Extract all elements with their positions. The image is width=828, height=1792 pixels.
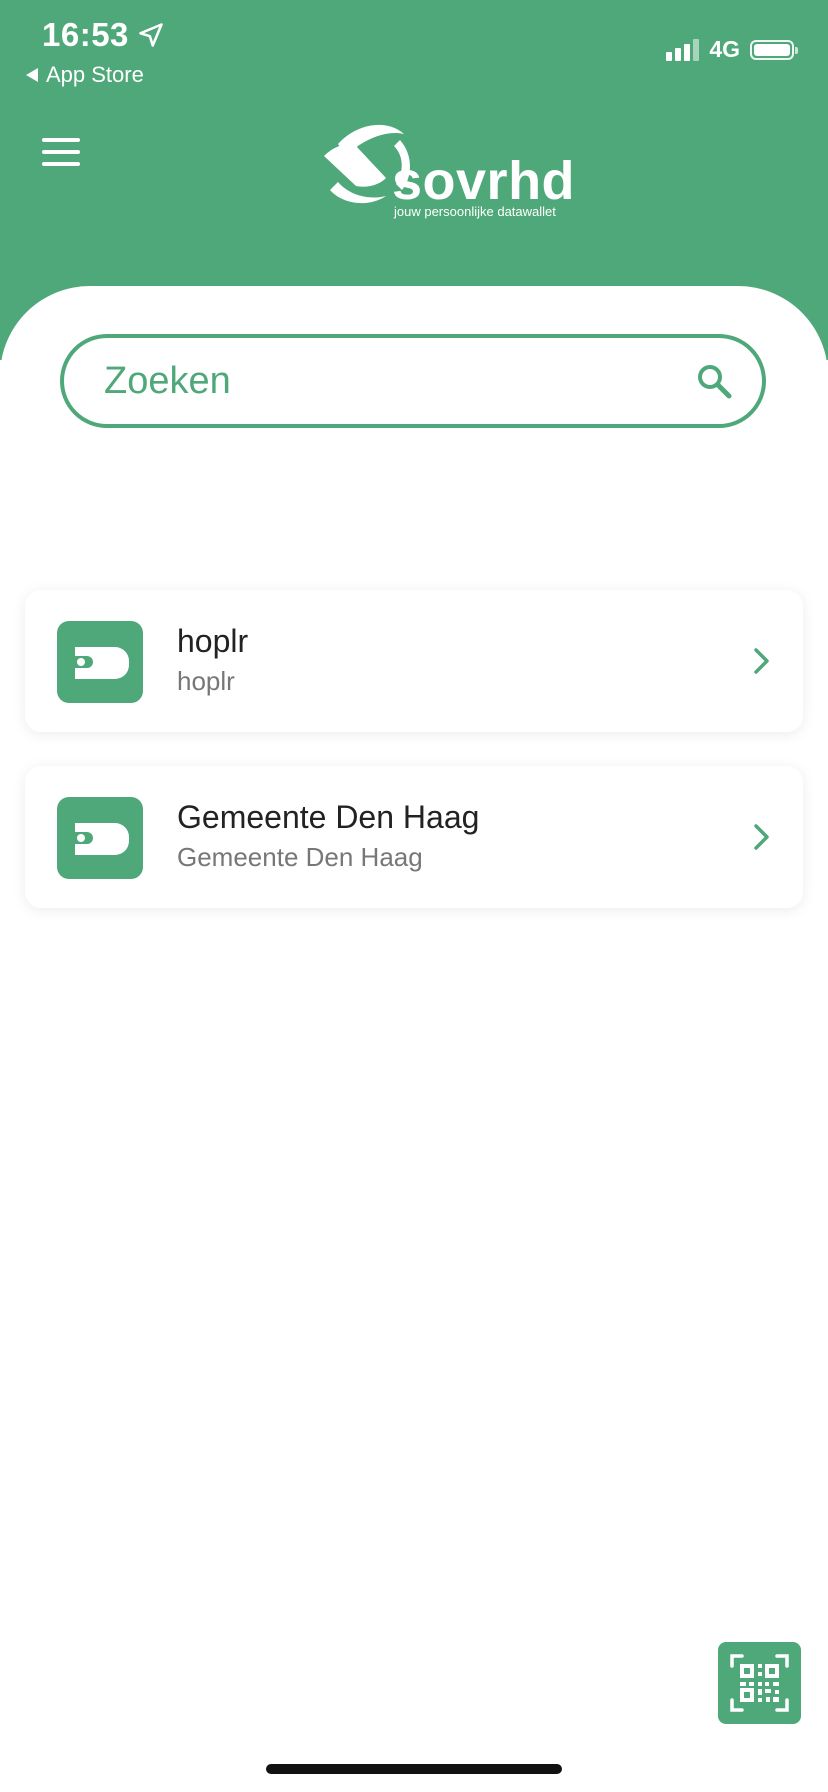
qr-scan-button[interactable]: [718, 1642, 801, 1724]
search-field[interactable]: [60, 334, 766, 428]
back-to-app-store-link[interactable]: App Store: [26, 62, 144, 88]
cellular-signal-icon: [666, 38, 700, 61]
wallet-icon: [57, 797, 143, 879]
list-item-title: Gemeente Den Haag: [177, 799, 480, 835]
battery-icon: [750, 39, 798, 60]
logo-tagline: jouw persoonlijke datawallet: [394, 204, 556, 219]
network-type: 4G: [709, 36, 740, 62]
list-item[interactable]: Gemeente Den Haag Gemeente Den Haag: [25, 766, 803, 908]
back-label: App Store: [46, 62, 144, 87]
back-triangle-icon: [26, 68, 38, 82]
qr-code-icon: [730, 1654, 789, 1712]
main-content: hoplr hoplr Gemeente Den Haag Gemeente D…: [0, 286, 828, 1792]
list-item[interactable]: hoplr hoplr: [25, 590, 803, 732]
status-time: 16:53: [42, 16, 165, 54]
home-indicator[interactable]: [266, 1764, 562, 1774]
search-input[interactable]: [102, 358, 694, 404]
search-icon[interactable]: [694, 361, 734, 401]
list-item-subtitle: hoplr: [177, 666, 235, 697]
sovrhd-logo: sovrhd jouw persoonlijke datawallet: [316, 116, 575, 222]
logo-wordmark: sovrhd: [392, 151, 576, 211]
hamburger-menu-icon[interactable]: [42, 138, 80, 166]
chevron-right-icon: [754, 824, 769, 850]
status-indicators: 4G: [666, 36, 798, 63]
location-arrow-icon: [139, 23, 163, 47]
list-item-title: hoplr: [177, 623, 249, 659]
chevron-right-icon: [754, 648, 769, 674]
list-item-subtitle: Gemeente Den Haag: [177, 842, 423, 873]
wallet-icon: [57, 621, 143, 703]
clock-text: 16:53: [42, 16, 129, 53]
